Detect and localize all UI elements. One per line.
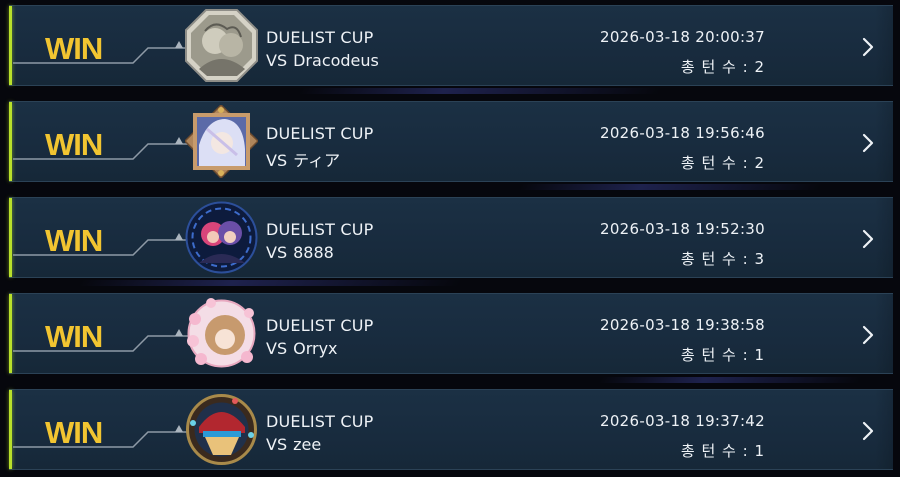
match-row[interactable]: WIN DUELIST CUP VS Dracodeus 2026-03-18 2… (9, 5, 893, 86)
total-turns: 총 턴 수 : 2 (680, 154, 765, 172)
triangle-marker-icon (175, 233, 183, 240)
match-row[interactable]: WIN DUELIST CUP VS Orryx 2026-03-18 19:38… (9, 293, 893, 374)
triangle-marker-icon (175, 329, 183, 336)
vs-label: VS (266, 243, 288, 262)
match-datetime: 2026-03-18 20:00:37 (599, 28, 765, 46)
triangle-marker-icon (175, 137, 183, 144)
opponent-name: VS Orryx (266, 339, 338, 358)
opponent-name-text: 8888 (293, 243, 334, 262)
vs-label: VS (266, 339, 288, 358)
match-datetime: 2026-03-18 19:37:42 (599, 412, 765, 430)
sakura-character-avatar-icon (187, 298, 256, 368)
total-turns: 총 턴 수 : 3 (680, 250, 765, 268)
match-row[interactable]: WIN DUELIST CUP VS zee 2026-03-18 19:37:4… (9, 389, 893, 470)
win-accent-bar (9, 294, 12, 373)
helmeted-character-avatar-icon (186, 394, 257, 465)
total-turns: 총 턴 수 : 1 (680, 346, 765, 364)
white-haired-character-avatar-icon (185, 105, 258, 178)
triangle-marker-icon (175, 41, 183, 48)
match-row[interactable]: WIN DUELIST CUP VS 8888 2026-03-18 19:52:… (9, 197, 893, 278)
vs-label: VS (266, 435, 288, 454)
twin-characters-avatar-icon (185, 201, 258, 274)
chevron-right-icon[interactable] (861, 325, 875, 345)
opponent-name: VS ティア (266, 147, 340, 171)
monochrome-character-avatar-icon (185, 9, 258, 82)
result-label: WIN (45, 31, 103, 66)
opponent-name-text: zee (293, 435, 322, 454)
opponent-name: VS zee (266, 435, 321, 454)
opponent-name: VS Dracodeus (266, 51, 379, 70)
win-accent-bar (9, 390, 12, 469)
win-accent-bar (9, 6, 12, 85)
chevron-right-icon[interactable] (861, 421, 875, 441)
triangle-marker-icon (175, 425, 183, 432)
total-turns: 총 턴 수 : 1 (680, 442, 765, 460)
match-row[interactable]: WIN DUELIST CUP VS ティア 2026-03-18 19:56:4… (9, 101, 893, 182)
result-label: WIN (45, 415, 103, 450)
result-label: WIN (45, 319, 103, 354)
opponent-name-text: Orryx (293, 339, 338, 358)
vs-label: VS (266, 51, 288, 70)
opponent-name: VS 8888 (266, 243, 334, 262)
vs-label: VS (266, 151, 288, 170)
event-name: DUELIST CUP (266, 412, 374, 431)
match-datetime: 2026-03-18 19:56:46 (599, 124, 765, 142)
opponent-name-text: Dracodeus (293, 51, 379, 70)
match-datetime: 2026-03-18 19:52:30 (599, 220, 765, 238)
chevron-right-icon[interactable] (861, 229, 875, 249)
event-name: DUELIST CUP (266, 124, 374, 143)
win-accent-bar (9, 198, 12, 277)
total-turns: 총 턴 수 : 2 (680, 58, 765, 76)
event-name: DUELIST CUP (266, 28, 374, 47)
chevron-right-icon[interactable] (861, 37, 875, 57)
opponent-name-text: ティア (293, 151, 341, 170)
event-name: DUELIST CUP (266, 316, 374, 335)
event-name: DUELIST CUP (266, 220, 374, 239)
match-history-list: WIN DUELIST CUP VS Dracodeus 2026-03-18 2… (0, 0, 900, 477)
chevron-right-icon[interactable] (861, 133, 875, 153)
match-datetime: 2026-03-18 19:38:58 (599, 316, 765, 334)
result-label: WIN (45, 223, 103, 258)
result-label: WIN (45, 127, 103, 162)
win-accent-bar (9, 102, 12, 181)
